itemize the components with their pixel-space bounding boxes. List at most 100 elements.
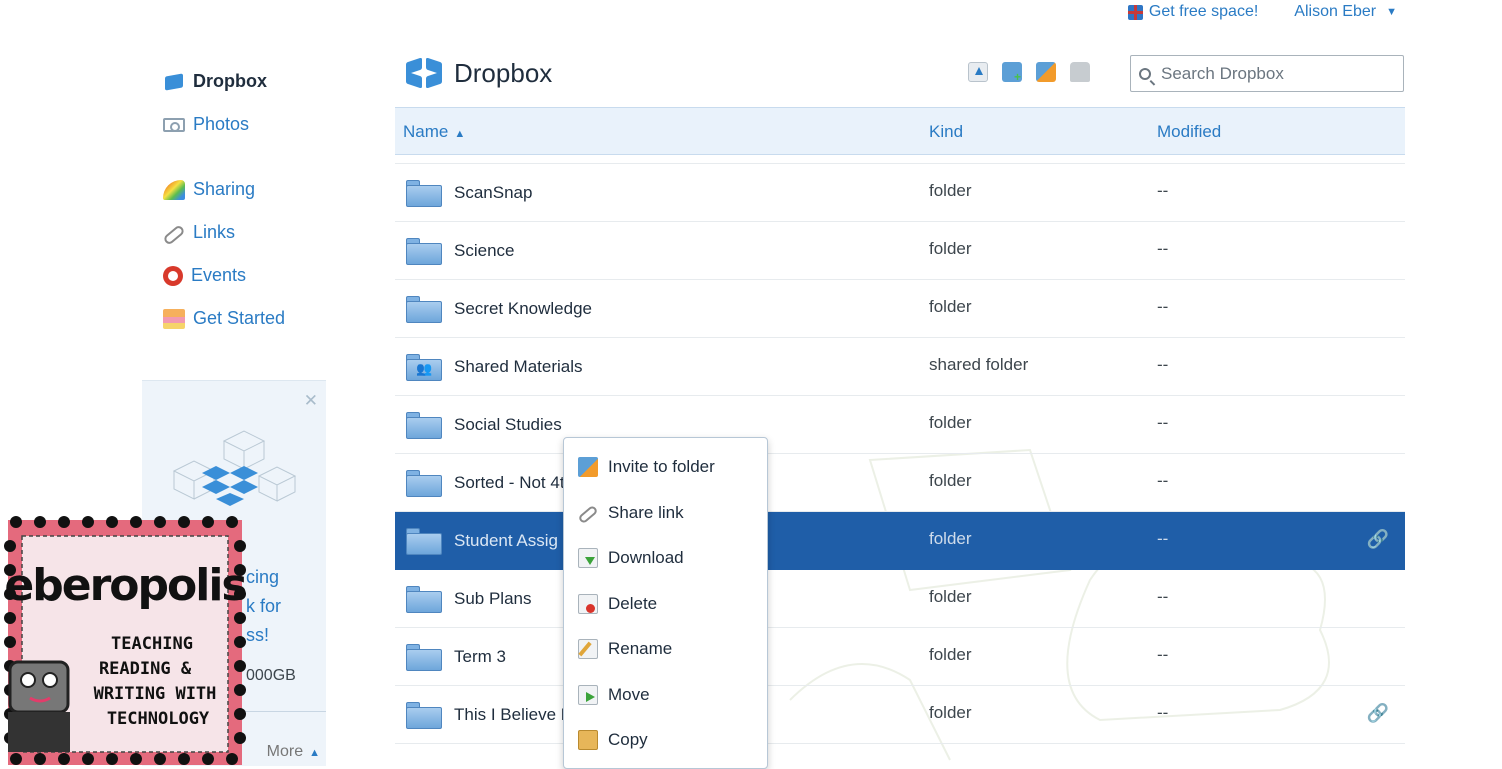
file-name[interactable]: Student Assig [454, 531, 558, 551]
shared-folder-icon [406, 354, 442, 381]
boxes-illustration [172, 430, 297, 506]
deleted-files-icon[interactable] [1070, 62, 1090, 82]
svg-text:TEACHING: TEACHING [111, 634, 193, 654]
share-link-icon [577, 504, 599, 525]
file-name[interactable]: This I Believe N [454, 705, 573, 725]
menu-item-move[interactable]: Move [564, 675, 767, 715]
file-name[interactable]: Social Studies [454, 415, 562, 435]
sidebar-item-links[interactable]: Links [162, 211, 333, 254]
events-icon [163, 265, 183, 286]
promo-text-line: cing [246, 567, 280, 587]
file-name[interactable]: Shared Materials [454, 357, 583, 377]
search-box[interactable] [1130, 55, 1404, 92]
file-modified: -- [1157, 645, 1169, 664]
account-menu[interactable]: Alison Eber ▼ [1294, 3, 1397, 21]
file-modified: -- [1157, 703, 1169, 722]
user-name: Alison Eber [1294, 3, 1377, 20]
sharing-icon [163, 179, 185, 200]
folder-icon [406, 296, 442, 323]
promo-text[interactable]: cing k for ss! [246, 563, 281, 650]
folder-icon [406, 412, 442, 439]
folder-icon [406, 528, 442, 555]
table-row[interactable]: Secret Knowledge folder -- [395, 280, 1405, 338]
column-header-modified[interactable]: Modified [1157, 122, 1221, 142]
table-row[interactable]: Shared Materials shared folder -- [395, 338, 1405, 396]
promo-text-line: k for [246, 596, 282, 616]
column-header-name[interactable]: Name ▲ [403, 122, 465, 142]
toolbar [968, 62, 1090, 84]
folder-icon [406, 180, 442, 207]
table-row[interactable]: Science folder -- [395, 222, 1405, 280]
file-kind: folder [929, 297, 972, 316]
menu-item-download[interactable]: Download [564, 538, 767, 578]
file-name[interactable]: Term 3 [454, 647, 506, 667]
more-toggle[interactable]: More ▲ [267, 743, 320, 761]
menu-item-label: Rename [608, 639, 673, 658]
sidebar-item-label: Events [191, 265, 247, 285]
file-name[interactable]: Sub Plans [454, 589, 532, 609]
table-row[interactable]: Sub Plans folder -- [395, 570, 1405, 628]
table-row[interactable]: Social Studies folder -- [395, 396, 1405, 454]
menu-item-share-link[interactable]: Share link [564, 493, 767, 533]
svg-text:eberopolis: eberopolis [4, 560, 246, 611]
get-free-space-label: Get free space! [1148, 3, 1259, 20]
sidebar-item-sharing[interactable]: Sharing [163, 168, 333, 211]
get-free-space-link[interactable]: Get free space! [1127, 3, 1259, 21]
file-modified: -- [1157, 471, 1169, 490]
storage-size: 000GB [246, 667, 296, 684]
table-row[interactable]: ScanSnap folder -- [395, 163, 1405, 222]
sidebar-item-label: Dropbox [193, 71, 267, 91]
file-kind: folder [929, 587, 972, 606]
sidebar-item-dropbox[interactable]: Dropbox [163, 60, 333, 103]
link-icon[interactable]: 🔗 [1367, 703, 1389, 724]
sidebar-item-label: Links [193, 222, 236, 242]
page-title: Dropbox [404, 56, 552, 90]
file-modified: -- [1157, 529, 1169, 548]
file-modified: -- [1157, 297, 1169, 316]
sidebar-item-events[interactable]: Events [163, 254, 333, 297]
file-kind: folder [929, 645, 972, 664]
upload-icon[interactable] [968, 62, 988, 82]
dropbox-logo-icon [404, 56, 444, 90]
search-input[interactable] [1159, 62, 1383, 85]
svg-text:WRITING WITH: WRITING WITH [94, 684, 217, 704]
menu-item-label: Move [608, 685, 650, 704]
table-row[interactable]: Sorted - Not 4t folder -- [395, 454, 1405, 512]
delete-icon [578, 594, 598, 614]
file-kind: shared folder [929, 355, 1029, 374]
svg-text:TECHNOLOGY: TECHNOLOGY [107, 709, 210, 729]
eberopolis-logo: eberopolis TEACHING READING & WRITING WI… [4, 516, 248, 765]
new-folder-icon[interactable] [1002, 62, 1022, 84]
column-header-label: Name [403, 122, 449, 141]
search-icon [1139, 67, 1151, 80]
menu-item-label: Copy [608, 730, 648, 749]
cake-icon [163, 308, 185, 329]
table-row[interactable]: This I Believe N folder -- 🔗 [395, 686, 1405, 744]
file-name[interactable]: Secret Knowledge [454, 299, 592, 319]
triangle-up-icon: ▲ [309, 747, 320, 759]
sidebar-item-get-started[interactable]: Get Started [163, 297, 333, 340]
sidebar-item-photos[interactable]: Photos [163, 103, 333, 146]
file-name[interactable]: Sorted - Not 4t [454, 473, 565, 493]
link-icon[interactable]: 🔗 [1367, 529, 1389, 550]
sidebar-item-label: Sharing [193, 179, 256, 199]
table-row-selected[interactable]: Student Assig folder -- 🔗 [395, 512, 1405, 570]
close-icon[interactable]: ✕ [304, 391, 318, 411]
table-row[interactable]: Term 3 folder -- [395, 628, 1405, 686]
menu-item-invite-to-folder[interactable]: Invite to folder [564, 447, 767, 487]
column-header-label: Modified [1157, 122, 1222, 141]
menu-item-rename[interactable]: Rename [564, 629, 767, 669]
menu-item-delete[interactable]: Delete [564, 584, 767, 624]
file-kind: folder [929, 413, 972, 432]
file-kind: folder [929, 703, 972, 722]
column-header-kind[interactable]: Kind [929, 122, 963, 142]
file-name[interactable]: Science [454, 241, 514, 261]
menu-item-copy[interactable]: Copy [564, 720, 767, 760]
file-modified: -- [1157, 355, 1169, 374]
folder-icon [406, 586, 442, 613]
file-name[interactable]: ScanSnap [454, 183, 532, 203]
file-kind: folder [929, 181, 972, 200]
share-folder-icon[interactable] [1036, 62, 1056, 82]
file-list: ScanSnap folder -- Science folder -- Sec… [395, 163, 1405, 744]
